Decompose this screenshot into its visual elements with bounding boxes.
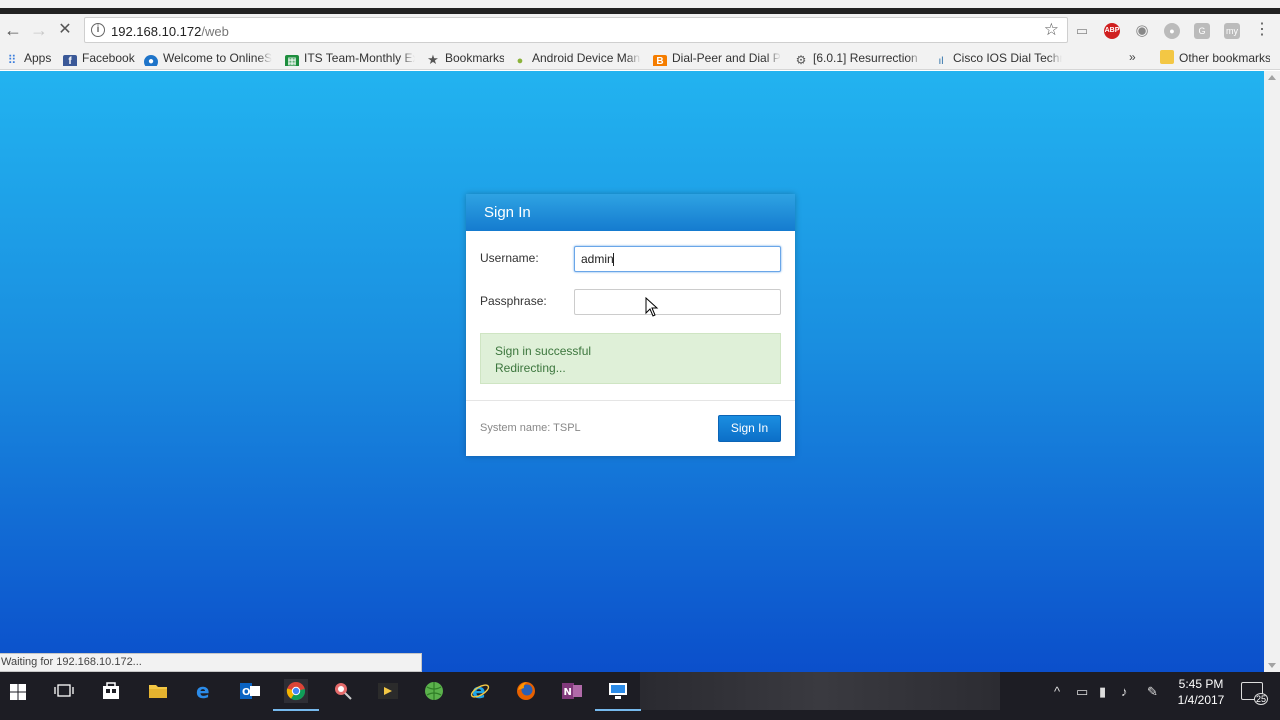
scroll-up-arrow-icon[interactable] — [1268, 75, 1276, 80]
battery-tray-icon[interactable]: ▮ — [1099, 684, 1106, 700]
bookmark-android-device[interactable]: ● Android Device Mana — [513, 50, 641, 66]
clock-date: 1/4/2017 — [1177, 693, 1225, 707]
edge-icon[interactable]: e — [192, 679, 216, 703]
system-clock[interactable]: 5:45 PM 1/4/2017 — [1170, 676, 1232, 708]
sign-in-button[interactable]: Sign In — [718, 415, 781, 442]
star-icon: ★ — [427, 52, 439, 67]
bookmark-dial-peer[interactable]: B Dial-Peer and Dial Pla — [653, 50, 781, 66]
onenote-icon[interactable]: N — [560, 679, 584, 703]
windows-taskbar: e O e N ^ ▭ ▮ ♪ ✎ 5:45 PM 1/4/2017 25 — [0, 672, 1280, 720]
snipping-tool-icon[interactable] — [330, 679, 354, 703]
url-text: 192.168.10.172/web — [111, 24, 229, 39]
info-icon[interactable]: i — [91, 23, 105, 37]
globe-icon: ● — [144, 55, 158, 66]
my-extension-icon[interactable]: my — [1224, 23, 1240, 39]
window-titlebar — [0, 0, 1280, 14]
page-viewport: Sign In Username: Passphrase: Sign in su… — [0, 71, 1264, 672]
globe-extension-icon[interactable]: ● — [1164, 23, 1180, 39]
firefox-icon[interactable] — [514, 679, 538, 703]
dialog-divider — [466, 400, 795, 401]
sheets-icon: ▦ — [285, 55, 299, 66]
clock-time: 5:45 PM — [1178, 677, 1224, 691]
internet-explorer-icon[interactable]: e — [468, 679, 492, 703]
apps-grid-icon: ⠿ — [7, 53, 17, 66]
passphrase-input[interactable] — [574, 289, 781, 315]
outlook-icon[interactable]: O — [238, 679, 262, 703]
forward-button[interactable]: → — [27, 18, 51, 42]
scroll-down-arrow-icon[interactable] — [1268, 663, 1276, 668]
chrome-icon[interactable] — [273, 679, 319, 711]
task-view-icon[interactable] — [52, 679, 76, 703]
bookmarks-bar: ⠿ Apps f Facebook ● Welcome to OnlineSB ▦ IT… — [0, 46, 1280, 70]
cast-icon[interactable]: ▭ — [1074, 23, 1090, 39]
address-bar[interactable]: i 192.168.10.172/web ☆ — [84, 17, 1068, 43]
dialog-title: Sign In — [466, 194, 795, 231]
remote-desktop-icon[interactable] — [595, 679, 641, 711]
bookmark-resurrection[interactable]: ⚙[6.0.1] Resurrection Re — [794, 50, 922, 66]
bookmark-other[interactable]: Other bookmarks — [1160, 50, 1270, 66]
system-name: System name: TSPL — [480, 422, 581, 434]
username-label: Username: — [480, 251, 539, 265]
bookmark-its-team[interactable]: ▦ ITS Team-Monthly Exp — [285, 50, 415, 66]
svg-text:N: N — [564, 687, 572, 698]
blogger-icon: B — [653, 55, 667, 66]
notice-line-2: Redirecting... — [495, 361, 566, 375]
store-icon[interactable] — [99, 679, 123, 703]
notice-line-1: Sign in successful — [495, 344, 592, 358]
text-caret — [613, 253, 614, 266]
vertical-scrollbar[interactable] — [1264, 71, 1280, 672]
gear-icon: ⚙ — [795, 53, 807, 66]
bookmark-onlinesb[interactable]: ● Welcome to OnlineSB — [144, 50, 272, 66]
bookmark-apps[interactable]: ⠿ Apps — [5, 50, 55, 66]
adblock-icon[interactable]: ABP — [1104, 23, 1120, 39]
more-bookmarks-chevron-icon[interactable]: » — [1129, 50, 1136, 64]
svg-text:O: O — [242, 687, 251, 698]
action-center-icon[interactable]: 25 — [1241, 682, 1268, 705]
network-globe-icon[interactable] — [422, 679, 446, 703]
sign-in-dialog: Sign In Username: Passphrase: Sign in su… — [466, 194, 795, 456]
eye-extension-icon[interactable]: ◉ — [1134, 23, 1150, 39]
stop-loading-button[interactable]: ✕ — [53, 18, 77, 42]
success-notice: Sign in successful Redirecting... — [480, 333, 781, 384]
folder-icon — [1160, 50, 1174, 64]
browser-toolbar: ← → ✕ i 192.168.10.172/web ☆ ▭ ABP ◉ ● G… — [0, 14, 1280, 46]
mouse-pointer-icon — [645, 297, 659, 317]
windows-start-icon[interactable] — [10, 684, 26, 700]
notification-count: 25 — [1253, 693, 1268, 705]
network-tray-icon[interactable]: ▭ — [1076, 684, 1088, 700]
username-input[interactable] — [574, 246, 781, 272]
cisco-icon: ıl — [938, 56, 944, 66]
g-extension-icon[interactable]: G — [1194, 23, 1210, 39]
passphrase-label: Passphrase: — [480, 294, 547, 308]
chrome-menu-icon[interactable]: ⋮ — [1254, 22, 1270, 38]
bookmark-bookmarks[interactable]: ★ Bookmarks — [426, 50, 504, 66]
bookmark-star-icon[interactable]: ☆ — [1044, 20, 1059, 40]
status-bubble: Waiting for 192.168.10.172... — [0, 653, 422, 672]
facebook-icon: f — [63, 55, 77, 66]
file-explorer-icon[interactable] — [146, 679, 170, 703]
bookmark-cisco-ios[interactable]: ıl Cisco IOS Dial Techno — [934, 50, 1062, 66]
show-hidden-icons-chevron-icon[interactable]: ^ — [1054, 684, 1060, 699]
android-icon: ● — [516, 55, 524, 66]
bookmark-facebook[interactable]: f Facebook — [63, 50, 135, 66]
svg-text:e: e — [196, 681, 210, 701]
media-player-icon[interactable] — [376, 679, 400, 703]
back-button[interactable]: ← — [1, 18, 25, 42]
pen-tray-icon[interactable]: ✎ — [1147, 684, 1158, 700]
volume-tray-icon[interactable]: ♪ — [1121, 684, 1128, 699]
